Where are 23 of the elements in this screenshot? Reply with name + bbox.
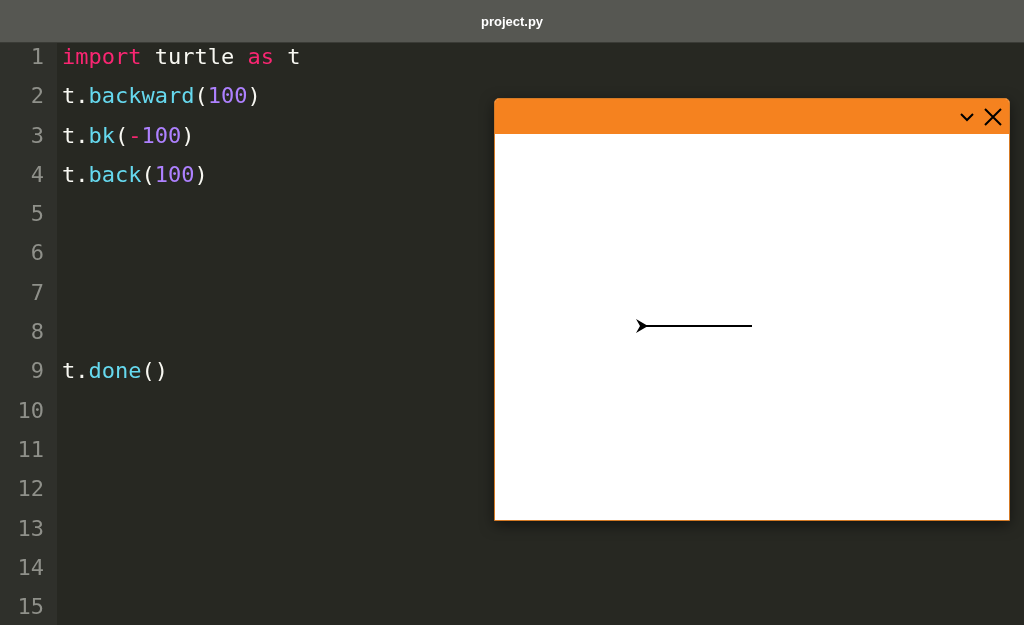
window-title: project.py: [480, 13, 544, 29]
code-line: import turtle as t: [62, 44, 301, 69]
line-number: 14: [17, 554, 44, 580]
close-icon[interactable]: [984, 107, 1002, 126]
line-number: 6: [30, 240, 44, 266]
line-number: 9: [30, 358, 44, 384]
code-line: t.bk(-100): [62, 122, 195, 148]
line-number: 12: [17, 476, 44, 502]
line-number: 2: [30, 83, 44, 109]
line-number: 4: [30, 161, 44, 187]
code-line: t.back(100): [62, 161, 208, 187]
line-number: 15: [17, 594, 44, 620]
line-number: 8: [30, 319, 44, 345]
code-line: t.done(): [62, 358, 168, 384]
chevron-down-icon[interactable]: [960, 111, 974, 122]
line-number: 7: [30, 279, 44, 305]
line-number: 5: [30, 201, 44, 227]
line-number: 13: [17, 515, 44, 541]
line-number: 10: [17, 397, 44, 423]
code-line: t.backward(100): [62, 83, 261, 109]
line-number: 11: [17, 436, 44, 462]
line-number: 1: [30, 44, 44, 69]
line-number: 3: [30, 122, 44, 148]
